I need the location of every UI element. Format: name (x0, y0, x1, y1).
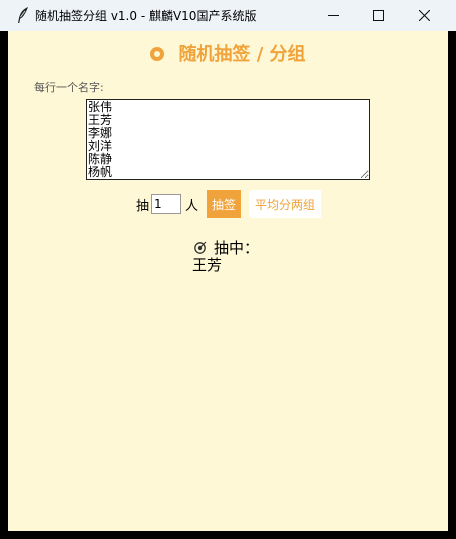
drawn-name: 王芳 (192, 256, 223, 274)
app-window: 随机抽签分组 v1.0 - 麒麟V10国产系统版 随机抽签 / 分组 每行一个名… (0, 0, 456, 539)
names-textarea[interactable]: 张伟 王芳 李娜 刘洋 陈静 杨帆 (86, 99, 370, 180)
draw-count-input[interactable] (151, 194, 182, 214)
app-panel: 随机抽签 / 分组 每行一个名字: 张伟 王芳 李娜 刘洋 陈静 杨帆 抽 人 … (8, 31, 448, 531)
feather-icon (18, 7, 28, 23)
window-title: 随机抽签分组 v1.0 - 麒麟V10国产系统版 (35, 9, 257, 23)
page-heading: 随机抽签 / 分组 (8, 43, 448, 67)
target-icon (194, 241, 207, 254)
draw-controls: 抽 人 抽签 平均分两组 (136, 190, 322, 218)
minimize-icon (327, 15, 339, 16)
maximize-button[interactable] (355, 0, 401, 31)
draw-button[interactable]: 抽签 (207, 190, 242, 218)
split-two-groups-button[interactable]: 平均分两组 (249, 190, 322, 218)
page-title: 随机抽签 / 分组 (178, 44, 306, 65)
minimize-button[interactable] (310, 0, 356, 31)
result-heading-text: 抽中： (214, 239, 260, 257)
close-button[interactable] (401, 0, 447, 31)
dice-icon (150, 47, 165, 61)
names-label: 每行一个名字: (34, 81, 104, 94)
maximize-icon (372, 10, 384, 21)
draw-count-suffix: 人 (185, 198, 199, 214)
close-icon (418, 10, 430, 21)
draw-count-prefix: 抽 (136, 198, 150, 214)
title-bar[interactable]: 随机抽签分组 v1.0 - 麒麟V10国产系统版 (0, 0, 456, 31)
result-heading: 抽中： (194, 239, 259, 257)
